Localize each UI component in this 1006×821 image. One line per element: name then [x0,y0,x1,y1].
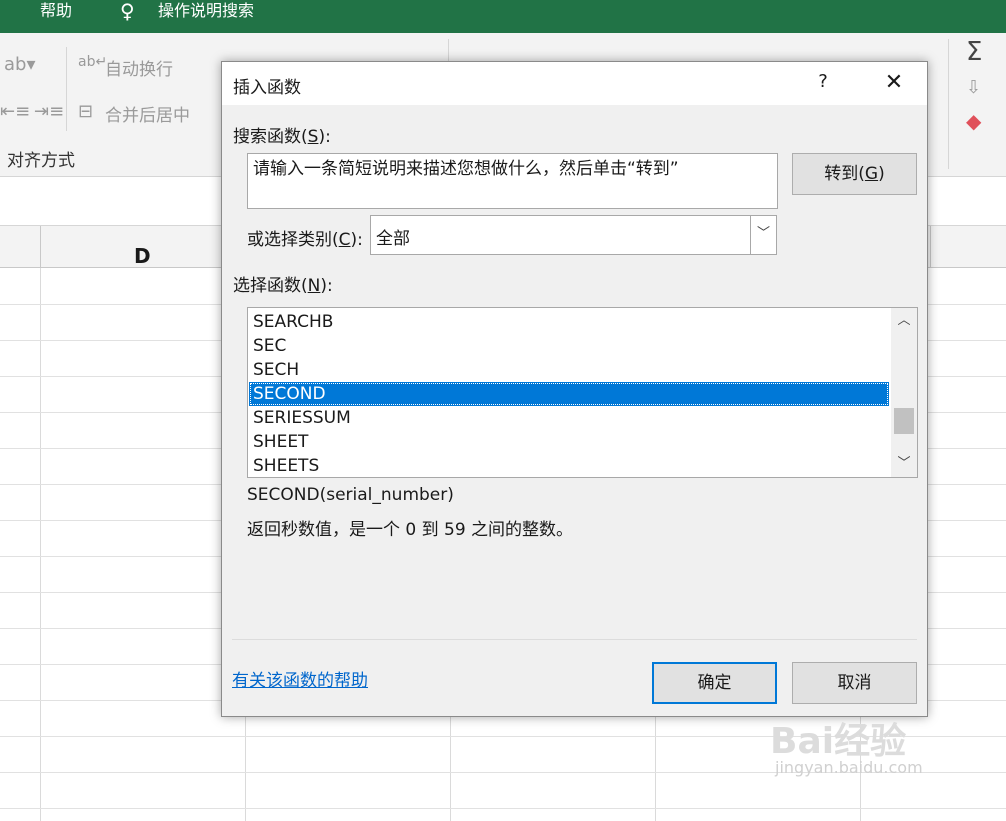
footer-divider [232,639,917,640]
column-divider [930,226,931,268]
fill-down-icon[interactable]: ⇩ [966,77,981,98]
ribbon-separator [66,47,67,131]
ok-button[interactable]: 确定 [652,662,777,704]
decrease-indent-icon[interactable]: ⇤≡ [0,101,30,122]
ribbon-tab-bar: 帮助 ♀ 操作说明搜索 [0,0,1006,33]
list-item[interactable]: SHEET [249,430,889,454]
select-function-label: 选择函数(N): [233,276,333,296]
merge-center-button[interactable]: 合并后居中 [105,101,190,126]
merge-center-icon: ⊟ [78,101,94,122]
watermark-logo: Bai经验 [770,721,907,762]
watermark: Bai经验 jingyan.baidu.com [770,712,923,777]
cancel-button[interactable]: 取消 [792,662,917,704]
function-syntax: SECOND(serial_number) [247,485,454,505]
function-list[interactable]: SEARCHB SEC SECH SECOND SERIESSUM SHEET … [247,307,918,478]
chevron-down-icon[interactable]: ﹀ [750,216,776,254]
function-description: 返回秒数值，是一个 0 到 59 之间的整数。 [247,520,574,540]
tab-help[interactable]: 帮助 [40,0,72,22]
list-item[interactable]: SECH [249,358,889,382]
alignment-group-label: 对齐方式 [7,151,75,171]
lightbulb-icon: ♀ [120,0,135,23]
category-label: 或选择类别(C): [247,230,363,250]
watermark-url: jingyan.baidu.com [775,758,923,777]
scroll-thumb[interactable] [894,408,914,434]
increase-indent-icon[interactable]: ⇥≡ [34,101,64,122]
list-scrollbar[interactable]: ︿ ﹀ [891,308,917,477]
eraser-icon[interactable]: ◆ [966,109,981,133]
grid-line [40,268,41,821]
list-item[interactable]: SHEETS [249,454,889,477]
goto-button[interactable]: 转到(G) [792,153,917,195]
column-header-d[interactable]: D [134,244,151,268]
dialog-titlebar[interactable]: 插入函数 ? ✕ [222,62,927,105]
list-item-selected[interactable]: SECOND [249,382,889,406]
list-item[interactable]: SEARCHB [249,310,889,334]
help-button[interactable]: ? [812,71,834,95]
ribbon-separator [948,39,949,169]
search-function-input[interactable]: 请输入一条简短说明来描述您想做什么，然后单击“转到” [247,153,778,209]
dialog-title: 插入函数 [233,78,301,98]
column-divider [40,226,41,268]
category-select[interactable]: 全部 ﹀ [370,215,777,255]
close-icon[interactable]: ✕ [882,70,906,96]
chevron-up-icon[interactable]: ︿ [891,308,917,334]
orientation-icon[interactable]: ab▾ [4,54,36,75]
wrap-text-icon: ab↵ [78,54,108,70]
wrap-text-button[interactable]: 自动换行 [105,55,173,80]
chevron-down-icon[interactable]: ﹀ [891,451,917,477]
function-help-link[interactable]: 有关该函数的帮助 [232,666,368,691]
category-value: 全部 [376,229,410,249]
list-item[interactable]: SEC [249,334,889,358]
grid-line [0,808,1006,809]
search-function-label: 搜索函数(S): [233,127,331,147]
tell-me-search[interactable]: 操作说明搜索 [158,0,254,22]
list-item[interactable]: SERIESSUM [249,406,889,430]
insert-function-dialog: 插入函数 ? ✕ 搜索函数(S): 请输入一条简短说明来描述您想做什么，然后单击… [221,61,928,717]
autosum-icon[interactable]: Σ [966,37,982,67]
